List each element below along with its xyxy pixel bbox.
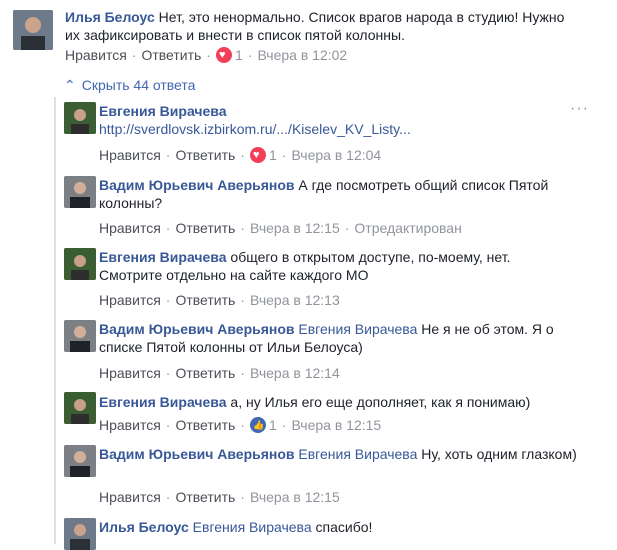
edited-label[interactable]: Отредактирован: [354, 220, 461, 236]
reply-button[interactable]: Ответить: [175, 292, 235, 308]
comment-mention[interactable]: Евгения Вирачева: [298, 446, 417, 462]
comment-time[interactable]: Вчера в 12:15: [250, 489, 340, 505]
comment-time[interactable]: Вчера в 12:02: [257, 47, 347, 63]
comment-body: Илья Белоус Нет, это ненормально. Список…: [65, 8, 577, 44]
reaction-count[interactable]: 1: [269, 147, 277, 163]
like-button[interactable]: Нравится: [99, 292, 161, 308]
love-reaction-icon[interactable]: [215, 47, 232, 63]
reply-button[interactable]: Ответить: [175, 417, 235, 433]
comment-body: Вадим Юрьевич Аверьянов А где посмотреть…: [99, 176, 577, 212]
reply-button[interactable]: Ответить: [175, 365, 235, 381]
avatar[interactable]: [64, 518, 96, 550]
comment-author[interactable]: Вадим Юрьевич Аверьянов: [99, 177, 295, 193]
comment-time[interactable]: Вчера в 12:04: [291, 147, 381, 163]
hide-replies-button[interactable]: ⌃ Скрыть 44 ответа: [64, 76, 195, 94]
comment-author[interactable]: Евгения Вирачева: [99, 103, 227, 119]
comment-link[interactable]: http://sverdlovsk.izbirkom.ru/.../Kisele…: [99, 121, 411, 137]
comment-body: Евгения Вирачева http://sverdlovsk.izbir…: [99, 102, 577, 138]
comment-actions: Нравится · Ответить · Вчера в 12:15 · Отредакт…: [99, 220, 462, 236]
comment-time[interactable]: Вчера в 12:13: [250, 292, 340, 308]
comment-body: Евгения Вирачева общего в открытом досту…: [99, 248, 577, 284]
like-button[interactable]: Нравится: [99, 489, 161, 505]
comment-text: спасибо!: [315, 519, 373, 535]
avatar[interactable]: [64, 248, 96, 280]
comment-body: Вадим Юрьевич Аверьянов Евгения Вирачева…: [99, 320, 577, 356]
comment-text: а, ну Илья его еще дополняет, как я пони…: [230, 394, 531, 410]
reaction-count[interactable]: 1: [269, 417, 277, 433]
comment-author[interactable]: Илья Белоус: [65, 9, 155, 25]
comment-author[interactable]: Илья Белоус: [99, 519, 189, 535]
comment-mention[interactable]: Евгения Вирачева: [298, 321, 417, 337]
comment-body: Евгения Вирачева а, ну Илья его еще допо…: [99, 393, 577, 411]
avatar[interactable]: [64, 176, 96, 208]
comment-actions: Нравится·Ответить·1·Вчера в 12:02: [65, 46, 347, 64]
comment-text: Ну, хоть одним глазком): [421, 446, 577, 462]
like-button[interactable]: Нравится: [99, 417, 161, 433]
comment-author[interactable]: Евгения Вирачева: [99, 249, 227, 265]
avatar[interactable]: [64, 320, 96, 352]
like-reaction-icon[interactable]: [249, 417, 266, 433]
comment-mention[interactable]: Евгения Вирачева: [193, 519, 312, 535]
comment-author[interactable]: Евгения Вирачева: [99, 394, 227, 410]
comment-time[interactable]: Вчера в 12:14: [250, 365, 340, 381]
thread-divider: [54, 97, 56, 544]
reaction-count[interactable]: 1: [235, 47, 243, 63]
avatar[interactable]: [64, 392, 96, 424]
comment-time[interactable]: Вчера в 12:15: [291, 417, 381, 433]
comment-body: Илья Белоус Евгения Вирачева спасибо!: [99, 518, 577, 536]
comment-actions: Нравится · Ответить · Вчера в 12:13: [99, 292, 340, 308]
comment-actions: Нравится·Ответить·1·Вчера в 12:04: [99, 146, 381, 164]
avatar[interactable]: [13, 10, 53, 50]
reply-button[interactable]: Ответить: [175, 489, 235, 505]
like-button[interactable]: Нравится: [99, 220, 161, 236]
avatar[interactable]: [64, 102, 96, 134]
comment-author[interactable]: Вадим Юрьевич Аверьянов: [99, 321, 295, 337]
reply-button[interactable]: Ответить: [175, 220, 235, 236]
like-button[interactable]: Нравится: [99, 147, 161, 163]
comment-actions: Нравится · Ответить · Вчера в 12:15: [99, 489, 340, 505]
chevron-up-icon: ⌃: [64, 77, 76, 93]
like-button[interactable]: Нравится: [99, 365, 161, 381]
like-button[interactable]: Нравится: [65, 47, 127, 63]
comment-author[interactable]: Вадим Юрьевич Аверьянов: [99, 446, 295, 462]
reply-button[interactable]: Ответить: [175, 147, 235, 163]
reply-button[interactable]: Ответить: [141, 47, 201, 63]
avatar[interactable]: [64, 445, 96, 477]
comment-actions: Нравится · Ответить · Вчера в 12:14: [99, 365, 340, 381]
comment-actions: Нравится·Ответить·1·Вчера в 12:15: [99, 416, 381, 434]
comment-body: Вадим Юрьевич Аверьянов Евгения Вирачева…: [99, 445, 577, 463]
comment-time[interactable]: Вчера в 12:15: [250, 220, 340, 236]
love-reaction-icon[interactable]: [249, 147, 266, 163]
